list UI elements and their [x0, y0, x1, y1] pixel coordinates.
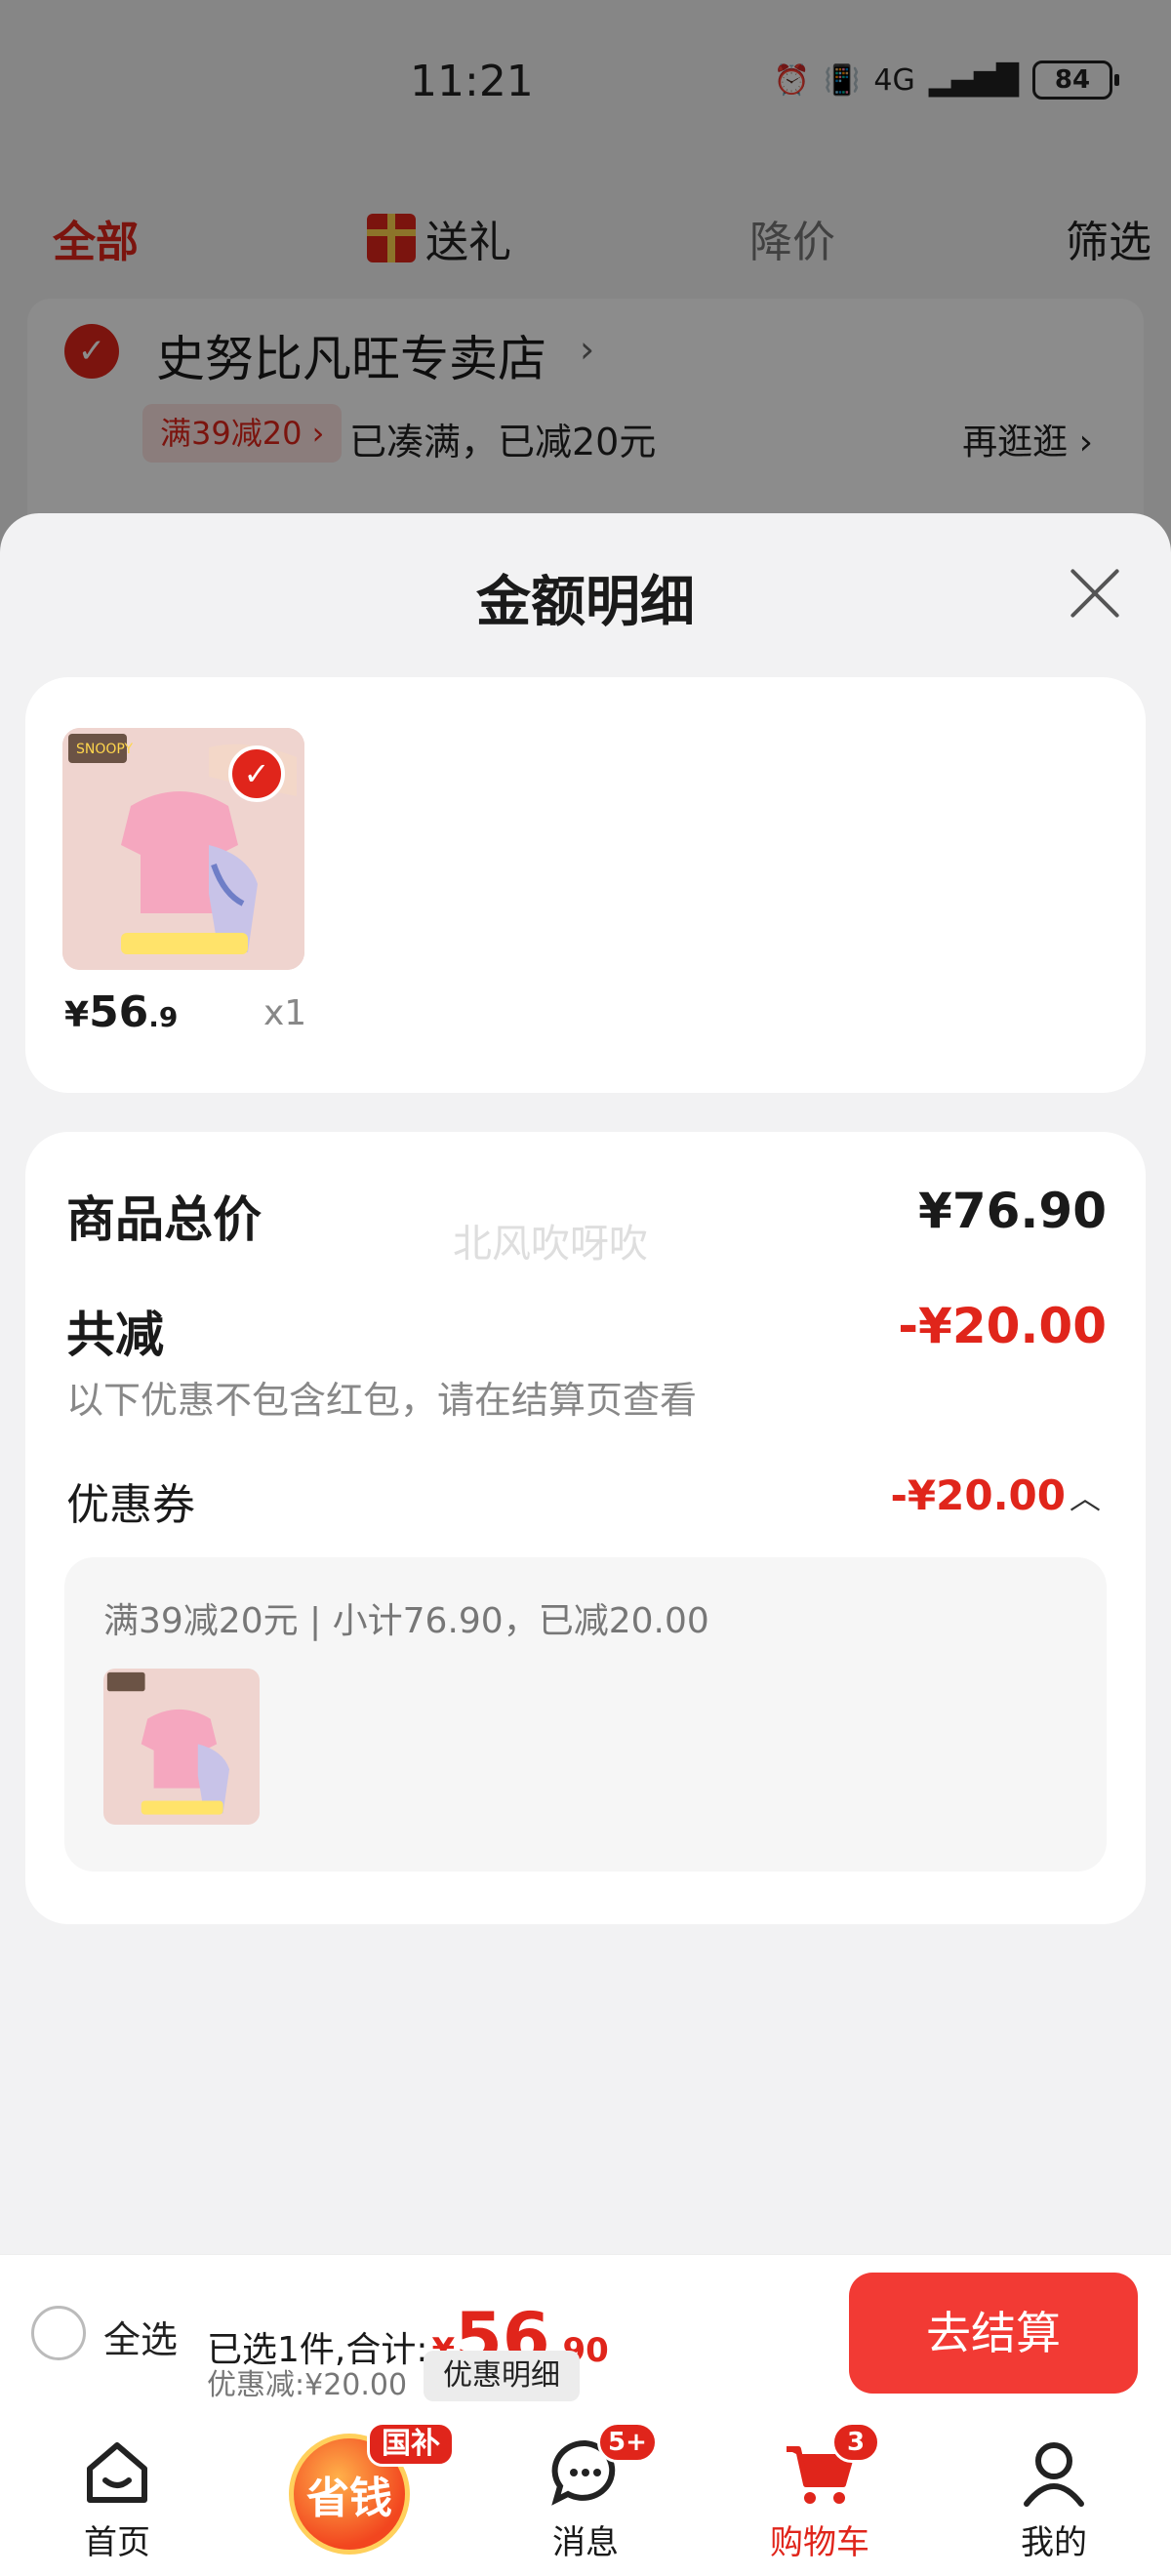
sheet-title: 金额明细: [476, 571, 695, 634]
discount-amount: 优惠减:¥20.00: [207, 2368, 408, 2402]
summary-card: 商品总价 ¥76.90 北风吹呀吹 共减 -¥20.00 以下优惠不包含红包，请…: [25, 1132, 1146, 1924]
total-price-value: ¥76.90: [918, 1183, 1107, 1239]
home-icon: [78, 2434, 156, 2512]
message-badge: 5+: [597, 2422, 658, 2463]
discount-detail-button[interactable]: 优惠明细: [424, 2351, 580, 2401]
watermark-text: 北风吹呀吹: [453, 1222, 648, 1267]
select-all-radio[interactable]: [31, 2306, 86, 2360]
nav-cart-label: 购物车: [770, 2523, 869, 2562]
product-quantity: x1: [263, 993, 307, 1033]
price-integer: 56: [89, 987, 149, 1037]
nav-cart[interactable]: 3 购物车: [742, 2422, 898, 2563]
coupon-value[interactable]: -¥20.00: [890, 1471, 1066, 1519]
nav-mine-label: 我的: [1021, 2523, 1087, 2562]
cart-icon: 3: [781, 2422, 880, 2512]
select-all-label[interactable]: 全选: [103, 2310, 178, 2363]
cart-badge: 3: [831, 2422, 880, 2463]
total-reduction-value: -¥20.00: [898, 1298, 1107, 1354]
price-yen: ¥: [64, 995, 90, 1035]
checkout-bar: 全选 已选1件,合计: ¥ 56 .90 优惠减:¥20.00 优惠明细 去结算: [0, 2254, 1171, 2414]
user-icon: [1015, 2434, 1093, 2512]
product-price: ¥56.9: [64, 987, 178, 1037]
message-icon: 5+: [546, 2422, 658, 2512]
price-decimal: .9: [148, 1001, 179, 1033]
nav-home[interactable]: 首页: [39, 2434, 195, 2563]
product-image-tag: SNOOPY: [76, 742, 134, 757]
nav-mine[interactable]: 我的: [976, 2434, 1132, 2563]
nav-messages[interactable]: 5+ 消息: [507, 2422, 664, 2563]
bottom-nav: 首页 省钱 国补 5+ 消息 3 购物车 我的: [0, 2414, 1171, 2576]
nav-home-label: 首页: [84, 2523, 150, 2562]
product-card: SNOOPY ✓ ¥56.9 x1: [25, 677, 1146, 1093]
coupon-detail-box: 满39减20元 | 小计76.90，已减20.00: [64, 1557, 1107, 1872]
discount-note: 以下优惠不包含红包，请在结算页查看: [66, 1379, 698, 1422]
coupon-description: 满39减20元 | 小计76.90，已减20.00: [103, 1601, 709, 1641]
close-button[interactable]: [1068, 566, 1122, 621]
national-subsidy-badge: 国补: [367, 2422, 455, 2467]
total-reduction-label: 共减: [66, 1307, 164, 1363]
coupon-product-thumbnail[interactable]: [103, 1669, 260, 1825]
chevron-up-icon[interactable]: ︿: [1070, 1473, 1101, 1518]
product-checkbox[interactable]: ✓: [228, 745, 285, 802]
nav-messages-label: 消息: [552, 2523, 619, 2562]
coupon-label: 优惠券: [66, 1480, 195, 1530]
total-price-label: 商品总价: [66, 1191, 262, 1248]
modal-overlay[interactable]: [0, 0, 1171, 546]
checkout-button[interactable]: 去结算: [849, 2273, 1138, 2394]
